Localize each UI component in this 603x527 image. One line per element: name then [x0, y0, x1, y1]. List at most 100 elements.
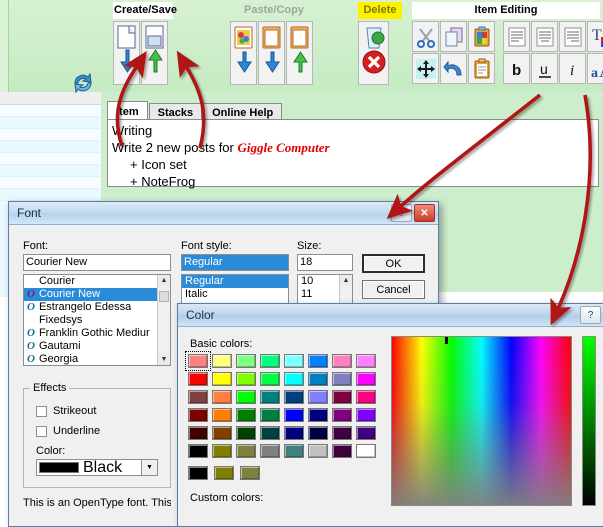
color-dialog-titlebar[interactable]: Color ? — [178, 304, 603, 327]
color-swatch-cell[interactable] — [186, 388, 210, 406]
list-item[interactable] — [0, 177, 101, 189]
color-swatch[interactable] — [332, 426, 352, 440]
color-swatch-cell[interactable] — [258, 352, 282, 370]
list-item[interactable]: OFranklin Gothic Mediur — [24, 327, 157, 340]
copy-button[interactable] — [286, 21, 313, 85]
color-swatch[interactable] — [212, 372, 232, 386]
list-item[interactable] — [0, 153, 101, 165]
color-swatch-cell[interactable] — [306, 388, 330, 406]
color-swatch[interactable] — [236, 354, 256, 368]
color-swatch-cell[interactable] — [330, 442, 354, 460]
color-swatch-cell[interactable] — [282, 442, 306, 460]
color-swatch[interactable] — [356, 408, 376, 422]
color-swatch[interactable] — [284, 426, 304, 440]
scroll-up-icon[interactable]: ▲ — [340, 275, 352, 286]
color-swatch[interactable] — [260, 390, 280, 404]
chevron-down-icon[interactable]: ▼ — [141, 460, 157, 475]
color-swatch[interactable] — [236, 426, 256, 440]
color-swatch[interactable] — [236, 408, 256, 422]
color-swatch[interactable] — [260, 354, 280, 368]
color-swatch[interactable] — [188, 426, 208, 440]
color-swatch[interactable] — [356, 444, 376, 458]
color-swatch-cell[interactable] — [186, 406, 210, 424]
font-list-scrollbar[interactable]: ▲ ▼ — [157, 275, 170, 365]
color-swatch-cell[interactable] — [282, 424, 306, 442]
color-swatch[interactable] — [308, 372, 328, 386]
custom-color-cell[interactable] — [186, 464, 210, 482]
color-swatch[interactable] — [332, 372, 352, 386]
paste-clipboard-button[interactable] — [468, 21, 495, 52]
color-swatch[interactable] — [236, 390, 256, 404]
color-swatch-cell[interactable] — [282, 370, 306, 388]
undo-button[interactable] — [440, 53, 467, 84]
color-swatch[interactable] — [214, 466, 234, 480]
color-swatch[interactable] — [284, 444, 304, 458]
color-swatch-cell[interactable] — [306, 424, 330, 442]
color-swatch[interactable] — [212, 354, 232, 368]
color-swatch-cell[interactable] — [258, 442, 282, 460]
color-swatch[interactable] — [240, 466, 260, 480]
list-item[interactable] — [0, 141, 101, 153]
align-left-button[interactable] — [503, 21, 530, 52]
list-item[interactable] — [0, 189, 101, 201]
color-swatch-cell[interactable] — [306, 442, 330, 460]
help-icon[interactable]: ? — [580, 306, 601, 324]
color-swatch-cell[interactable] — [234, 370, 258, 388]
color-swatch[interactable] — [356, 390, 376, 404]
list-item[interactable]: Regular — [182, 275, 288, 288]
strikeout-row[interactable]: Strikeout — [36, 405, 96, 417]
close-icon[interactable]: ✕ — [414, 204, 435, 222]
custom-color-cell[interactable] — [212, 464, 236, 482]
ok-button[interactable]: OK — [362, 254, 425, 273]
align-right-button[interactable] — [559, 21, 586, 52]
save-item-upload-button[interactable] — [141, 21, 168, 85]
color-swatch-cell[interactable] — [186, 442, 210, 460]
color-swatch-cell[interactable] — [210, 424, 234, 442]
list-item[interactable]: OCourier — [24, 275, 157, 288]
color-swatch-cell[interactable] — [306, 352, 330, 370]
color-swatch-cell[interactable] — [210, 370, 234, 388]
color-swatch[interactable] — [212, 408, 232, 422]
cancel-button[interactable]: Cancel — [362, 280, 425, 299]
color-swatch-cell[interactable] — [210, 352, 234, 370]
color-swatch[interactable] — [188, 466, 208, 480]
spectrum-cursor[interactable] — [445, 336, 448, 344]
color-swatch[interactable] — [332, 354, 352, 368]
color-swatch-cell[interactable] — [234, 442, 258, 460]
color-swatch[interactable] — [212, 426, 232, 440]
font-input[interactable]: Courier New — [23, 254, 171, 271]
list-item[interactable]: OGeorgia — [24, 353, 157, 366]
underline-row[interactable]: Underline — [36, 425, 100, 437]
color-swatch[interactable] — [356, 354, 376, 368]
color-swatch-cell[interactable] — [258, 370, 282, 388]
strikeout-checkbox[interactable] — [36, 406, 47, 417]
color-swatch[interactable] — [212, 444, 232, 458]
color-swatch-cell[interactable] — [330, 370, 354, 388]
list-item[interactable] — [0, 105, 101, 117]
color-swatch[interactable] — [308, 444, 328, 458]
color-swatch[interactable] — [260, 408, 280, 422]
help-icon[interactable]: ? — [391, 204, 412, 222]
color-swatch[interactable] — [188, 408, 208, 422]
underline-button[interactable]: u — [531, 53, 558, 84]
font-button[interactable]: a A — [587, 53, 603, 84]
color-swatch-cell[interactable] — [330, 424, 354, 442]
list-item[interactable] — [0, 165, 101, 177]
color-swatch[interactable] — [284, 390, 304, 404]
color-combobox[interactable]: Black ▼ — [36, 459, 158, 476]
align-center-button[interactable] — [531, 21, 558, 52]
scroll-up-icon[interactable]: ▲ — [158, 275, 170, 286]
paste-plain-button[interactable] — [468, 53, 495, 84]
bold-button[interactable]: b — [503, 53, 530, 84]
color-swatch-cell[interactable] — [354, 352, 378, 370]
list-item[interactable]: OCourier New — [24, 288, 157, 301]
font-style-input[interactable]: Regular — [181, 254, 289, 271]
color-swatch-cell[interactable] — [210, 388, 234, 406]
color-swatch-cell[interactable] — [186, 352, 210, 370]
color-swatch-cell[interactable] — [330, 352, 354, 370]
luminance-slider[interactable] — [582, 336, 596, 506]
color-swatch-cell[interactable] — [354, 424, 378, 442]
color-spectrum[interactable] — [391, 336, 572, 506]
color-swatch-cell[interactable] — [210, 442, 234, 460]
color-swatch[interactable] — [212, 390, 232, 404]
